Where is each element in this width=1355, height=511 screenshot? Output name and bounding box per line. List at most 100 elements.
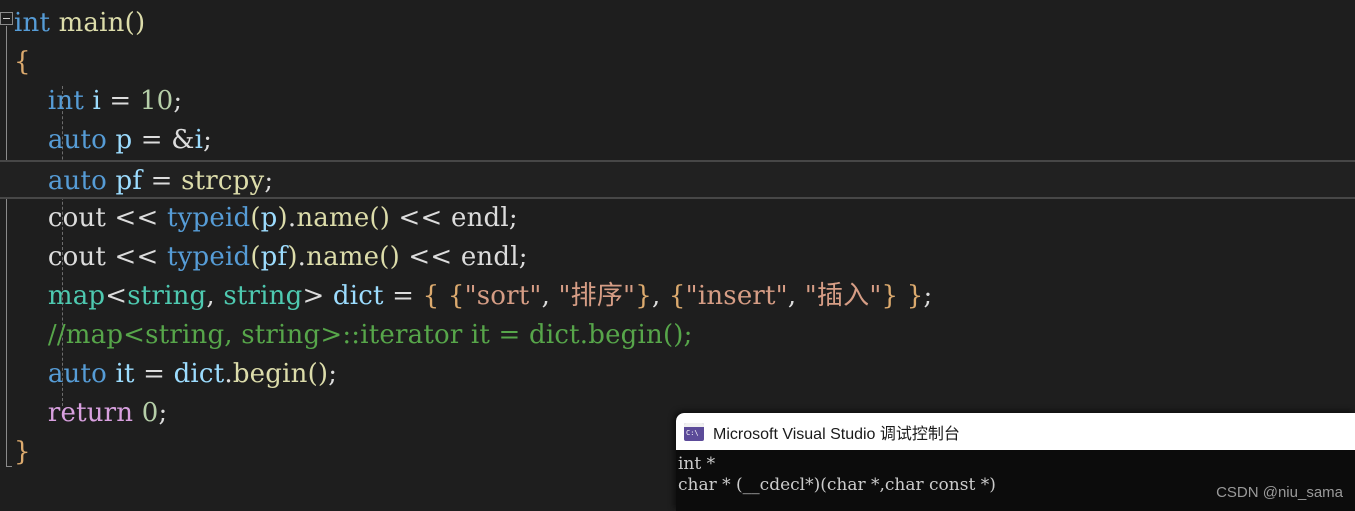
code-line-4[interactable]: auto pf = strcpy; <box>0 160 1355 199</box>
token-plain: endl <box>460 242 519 272</box>
csdn-watermark: CSDN @niu_sama <box>1216 484 1343 501</box>
token-plain: ; <box>203 125 213 155</box>
token-plain: , <box>787 281 805 311</box>
token-kw: auto <box>47 125 108 155</box>
token-plain: ; <box>173 86 183 116</box>
code-line-text: map<string, string> dict = { {"sort", "排… <box>0 277 932 316</box>
console-window-icon <box>684 422 704 441</box>
token-fn: strcpy <box>181 166 265 196</box>
code-line-text: cout << typeid(pf).name() << endl; <box>0 238 528 277</box>
token-plain: , <box>206 281 224 311</box>
token-var: dict <box>332 281 384 311</box>
code-line-5[interactable]: cout << typeid(p).name() << endl; <box>0 199 1355 238</box>
token-kw: auto <box>47 166 108 196</box>
token-str: "插入" <box>804 281 882 311</box>
code-line-7[interactable]: map<string, string> dict = { {"sort", "排… <box>0 277 1355 316</box>
token-plain: = <box>383 281 423 311</box>
token-plain: ; <box>518 242 528 272</box>
token-kw2: return <box>47 398 134 428</box>
code-line-8[interactable]: //map<string, string>::iterator it = dic… <box>0 316 1355 355</box>
token-brace: { <box>668 281 686 311</box>
token-plain: ; <box>923 281 933 311</box>
token-str: "sort" <box>464 281 542 311</box>
token-paren: () <box>379 242 400 272</box>
token-plain: << <box>106 242 167 272</box>
token-var: pf <box>260 242 288 272</box>
code-line-6[interactable]: cout << typeid(pf).name() << endl; <box>0 238 1355 277</box>
token-plain: = <box>134 359 174 389</box>
token-plain: endl <box>451 203 509 233</box>
token-paren: ( <box>250 242 261 272</box>
code-line-0[interactable]: int main() <box>0 4 1355 43</box>
code-line-text: int main() <box>0 4 145 43</box>
token-var: pf <box>115 166 143 196</box>
token-plain: cout <box>47 242 107 272</box>
token-plain: ; <box>264 166 274 196</box>
token-var: p <box>115 125 133 155</box>
code-line-text: { <box>0 43 31 82</box>
token-fn: main <box>58 8 125 38</box>
token-brace: } <box>14 437 31 467</box>
token-var: i <box>92 86 101 116</box>
token-plain: ; <box>508 203 518 233</box>
token-paren: ) <box>277 203 288 233</box>
token-brace: { <box>14 47 31 77</box>
code-line-9[interactable]: auto it = dict.begin(); <box>0 355 1355 394</box>
token-kw: typeid <box>166 242 251 272</box>
token-kw: int <box>47 86 84 116</box>
token-fn: name <box>296 203 370 233</box>
token-paren: () <box>369 203 391 233</box>
token-paren: ( <box>250 203 261 233</box>
token-kw: auto <box>47 359 108 389</box>
code-line-text: auto p = &i; <box>0 121 212 160</box>
code-line-text: } <box>0 433 31 472</box>
token-num: 0 <box>141 398 159 428</box>
token-var: dict <box>173 359 225 389</box>
token-plain: cout <box>47 203 107 233</box>
console-titlebar[interactable]: Microsoft Visual Studio 调试控制台 <box>676 413 1355 450</box>
token-plain: > <box>302 281 333 311</box>
token-typ: string <box>223 281 303 311</box>
token-str: "insert" <box>685 281 788 311</box>
token-plain: , <box>651 281 669 311</box>
token-var: it <box>115 359 135 389</box>
token-plain: < <box>105 281 128 311</box>
code-line-text: auto pf = strcpy; <box>0 162 273 201</box>
code-line-text: cout << typeid(p).name() << endl; <box>0 199 518 238</box>
token-brace: { { <box>422 281 465 311</box>
code-line-text: //map<string, string>::iterator it = dic… <box>0 316 693 355</box>
token-brace: } } <box>881 281 924 311</box>
token-plain: . <box>224 359 233 389</box>
token-plain: . <box>297 242 307 272</box>
token-plain: << <box>390 203 451 233</box>
token-plain: ; <box>158 398 168 428</box>
token-kw: int <box>14 8 51 38</box>
token-plain: , <box>541 281 559 311</box>
token-brace: } <box>635 281 652 311</box>
code-line-1[interactable]: { <box>0 43 1355 82</box>
token-var: p <box>260 203 278 233</box>
console-output-line-0: int * <box>678 454 716 474</box>
console-title: Microsoft Visual Studio 调试控制台 <box>713 425 960 443</box>
token-paren: () <box>307 359 329 389</box>
token-typ: string <box>127 281 207 311</box>
token-cmt: //map<string, string>::iterator it = dic… <box>47 320 693 350</box>
token-fn: begin <box>232 359 308 389</box>
code-line-text: return 0; <box>0 394 167 433</box>
code-line-2[interactable]: int i = 10; <box>0 82 1355 121</box>
token-str: "排序" <box>558 281 636 311</box>
code-line-3[interactable]: auto p = &i; <box>0 121 1355 160</box>
token-plain: << <box>106 203 167 233</box>
token-typ: map <box>47 281 106 311</box>
